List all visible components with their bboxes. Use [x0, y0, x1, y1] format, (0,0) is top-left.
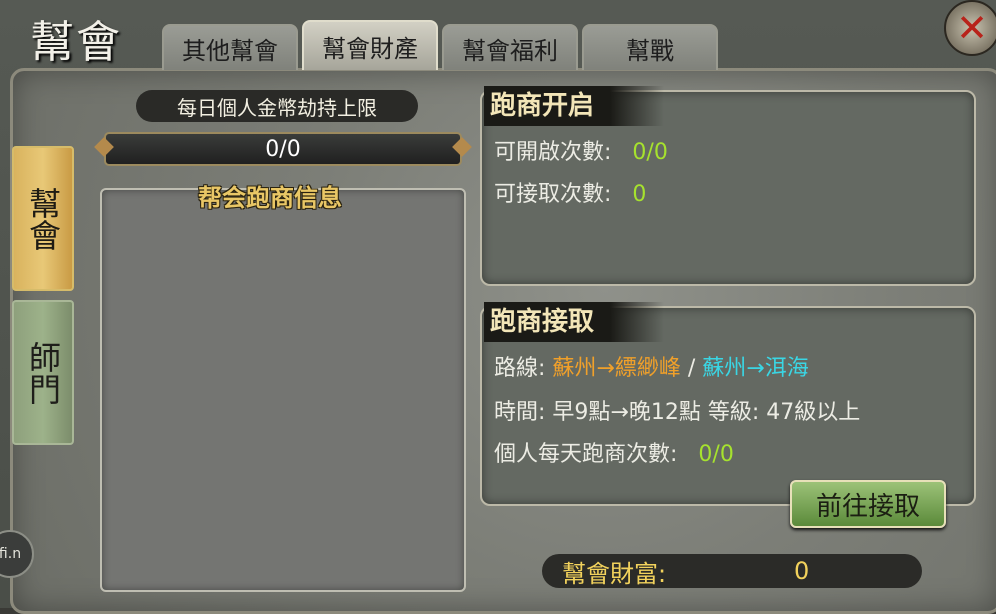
trade-open-title: 跑商开启: [484, 86, 664, 126]
guild-wealth-bar: 幫會財富: 0: [542, 554, 922, 588]
daily-trade-value: 0/0: [698, 442, 734, 467]
route-row: 路線: 蘇州→縹緲峰 / 蘇州→洱海: [494, 350, 809, 382]
guild-wealth-value: 0: [794, 557, 810, 585]
trade-info-title: 帮会跑商信息: [198, 184, 342, 212]
daily-limit-label: 每日個人金幣劫持上限: [136, 90, 418, 122]
daily-trade-label: 個人每天跑商次數:: [494, 442, 678, 467]
trade-open-panel: 跑商开启 可開啟次數: 0/0 可接取次數: 0: [480, 86, 976, 286]
openable-value: 0/0: [632, 140, 668, 165]
acceptable-row: 可接取次數: 0: [494, 176, 646, 208]
acceptable-value: 0: [632, 182, 647, 207]
tab-guild-welfare[interactable]: 幫會福利: [442, 24, 578, 70]
sidebar-tab-guild-label: 幫會: [24, 186, 62, 251]
route-separator: /: [687, 356, 696, 381]
left-column: 每日個人金幣劫持上限 0/0 帮会跑商信息: [94, 82, 472, 597]
tab-bar: 其他幫會 幫會財產 幫會福利 幫戰: [162, 20, 718, 70]
daily-limit-value: 0/0: [265, 136, 301, 162]
sidebar-tab-school-label: 師門: [24, 340, 62, 405]
sidebar-tab-school[interactable]: 師門: [12, 300, 74, 445]
close-icon: ✕: [956, 6, 988, 50]
window-title: 幫會: [30, 17, 122, 68]
daily-trade-row: 個人每天跑商次數: 0/0: [494, 436, 734, 468]
guild-wealth-label: 幫會財富:: [562, 559, 667, 588]
sidebar-tab-guild[interactable]: 幫會: [12, 146, 74, 291]
route-label: 路線:: [494, 356, 546, 381]
time-row: 時間: 早9點→晚12點 等級: 47級以上: [494, 400, 861, 425]
tab-guild-property[interactable]: 幫會財產: [302, 20, 438, 70]
close-button[interactable]: ✕: [944, 0, 996, 56]
go-accept-button[interactable]: 前往接取: [790, 480, 946, 528]
trade-info-list[interactable]: [100, 188, 466, 592]
trade-accept-panel: 跑商接取 路線: 蘇州→縹緲峰 / 蘇州→洱海 時間: 早9點→晚12點 等級:…: [480, 302, 976, 506]
openable-label: 可開啟次數:: [494, 140, 612, 165]
acceptable-label: 可接取次數:: [494, 182, 612, 207]
route-2: 蘇州→洱海: [702, 356, 809, 381]
bar-cap-left-icon: [94, 137, 114, 157]
tab-guild-war[interactable]: 幫戰: [582, 24, 718, 70]
route-1: 蘇州→縹緲峰: [552, 356, 681, 381]
tab-other-guilds[interactable]: 其他幫會: [162, 24, 298, 70]
openable-row: 可開啟次數: 0/0: [494, 134, 668, 166]
trade-accept-title: 跑商接取: [484, 302, 664, 342]
daily-limit-bar: 0/0: [94, 132, 472, 166]
